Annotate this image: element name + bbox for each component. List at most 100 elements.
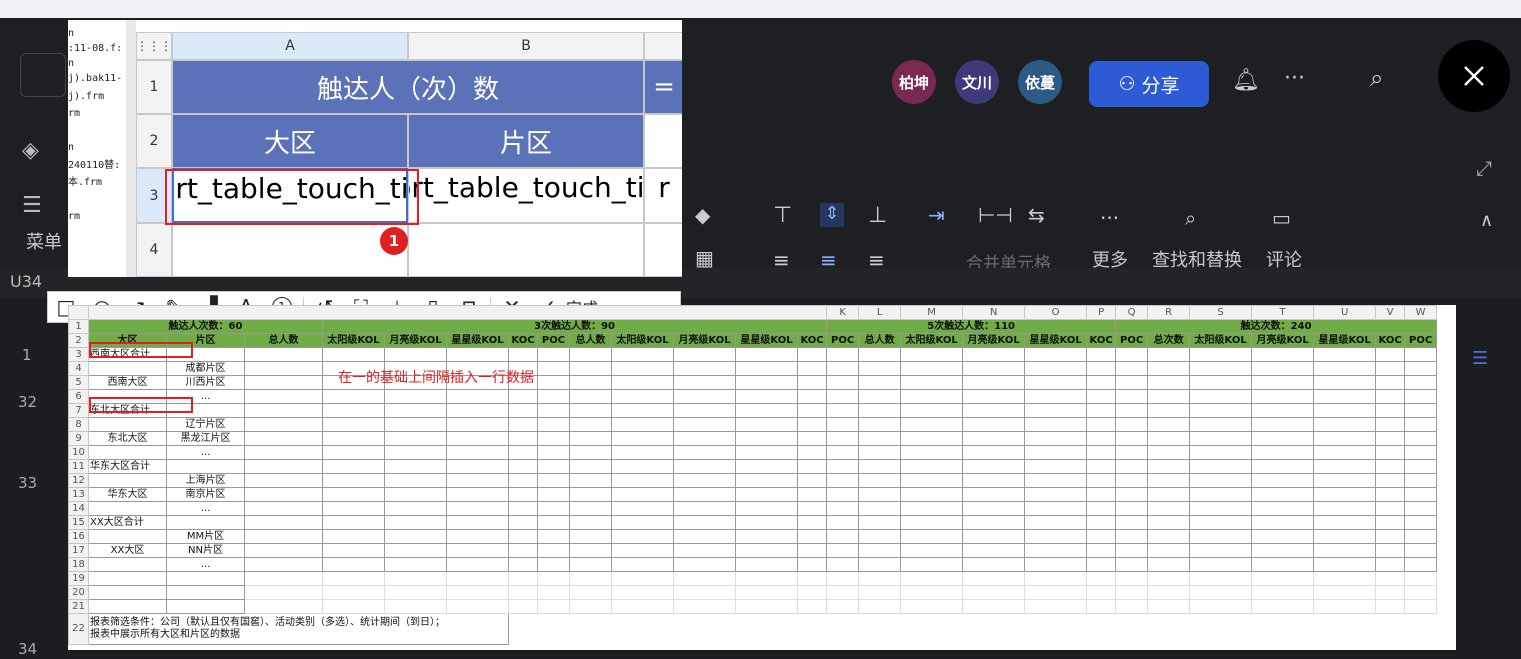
data-cell[interactable] xyxy=(244,459,323,474)
data-cell[interactable] xyxy=(1115,445,1149,460)
data-cell[interactable] xyxy=(673,375,736,390)
data-cell[interactable] xyxy=(1189,529,1253,544)
data-cell[interactable] xyxy=(1375,459,1406,474)
data-cell[interactable] xyxy=(384,445,447,460)
data-cell[interactable] xyxy=(384,599,447,614)
highlight-box[interactable] xyxy=(89,342,193,358)
region-cell[interactable] xyxy=(88,529,167,544)
data-cell[interactable] xyxy=(1086,515,1117,530)
data-cell[interactable] xyxy=(900,459,964,474)
data-cell[interactable] xyxy=(384,431,447,446)
area-cell[interactable]: 成都片区 xyxy=(166,361,245,376)
data-cell[interactable] xyxy=(735,375,798,390)
filter-icon[interactable]: ☰ xyxy=(1472,348,1488,369)
data-cell[interactable] xyxy=(858,543,902,558)
data-cell[interactable] xyxy=(446,557,509,572)
data-cell[interactable] xyxy=(244,529,323,544)
data-cell[interactable] xyxy=(1404,445,1438,460)
data-cell[interactable] xyxy=(1147,431,1191,446)
data-cell[interactable] xyxy=(508,459,538,474)
data-cell[interactable] xyxy=(537,459,570,474)
data-cell[interactable] xyxy=(322,473,385,488)
data-cell[interactable] xyxy=(611,459,674,474)
data-cell[interactable] xyxy=(1147,487,1191,502)
data-cell[interactable] xyxy=(1189,459,1253,474)
data-cell[interactable] xyxy=(1086,543,1117,558)
data-cell[interactable] xyxy=(826,473,860,488)
data-cell[interactable] xyxy=(673,557,736,572)
data-cell[interactable] xyxy=(735,445,798,460)
data-cell[interactable] xyxy=(673,585,736,600)
data-cell[interactable] xyxy=(322,501,385,516)
data-cell[interactable] xyxy=(1024,389,1088,404)
data-cell[interactable] xyxy=(244,347,323,362)
data-cell[interactable] xyxy=(1404,571,1438,586)
data-cell[interactable] xyxy=(1189,361,1253,376)
data-cell[interactable] xyxy=(569,557,612,572)
data-cell[interactable] xyxy=(735,585,798,600)
data-cell[interactable] xyxy=(537,403,570,418)
data-cell[interactable] xyxy=(1375,347,1406,362)
data-cell[interactable] xyxy=(673,431,736,446)
data-cell[interactable] xyxy=(1086,389,1117,404)
data-cell[interactable] xyxy=(673,389,736,404)
area-cell[interactable]: 黑龙江片区 xyxy=(166,431,245,446)
data-cell[interactable] xyxy=(1313,515,1377,530)
data-cell[interactable] xyxy=(1147,557,1191,572)
data-cell[interactable] xyxy=(858,375,902,390)
area-cell[interactable]: 川西片区 xyxy=(166,375,245,390)
data-cell[interactable] xyxy=(1024,347,1088,362)
data-cell[interactable] xyxy=(611,403,674,418)
data-cell[interactable] xyxy=(611,599,674,614)
data-cell[interactable] xyxy=(1189,599,1253,614)
area-cell[interactable]: ... xyxy=(166,501,245,516)
data-cell[interactable] xyxy=(1251,459,1315,474)
data-cell[interactable] xyxy=(384,403,447,418)
region-cell[interactable]: 东北大区 xyxy=(88,431,167,446)
data-cell[interactable] xyxy=(384,557,447,572)
data-cell[interactable] xyxy=(569,389,612,404)
data-cell[interactable] xyxy=(508,347,538,362)
data-cell[interactable] xyxy=(962,529,1026,544)
data-cell[interactable] xyxy=(537,501,570,516)
data-cell[interactable] xyxy=(826,445,860,460)
data-cell[interactable] xyxy=(384,543,447,558)
data-cell[interactable] xyxy=(673,599,736,614)
data-cell[interactable] xyxy=(611,389,674,404)
data-cell[interactable] xyxy=(508,515,538,530)
area-cell[interactable]: MM片区 xyxy=(166,529,245,544)
data-cell[interactable] xyxy=(1115,361,1149,376)
data-cell[interactable] xyxy=(1086,557,1117,572)
data-cell[interactable] xyxy=(537,557,570,572)
data-cell[interactable] xyxy=(244,585,323,600)
data-cell[interactable] xyxy=(1086,487,1117,502)
data-cell[interactable] xyxy=(826,585,860,600)
region-cell[interactable] xyxy=(88,473,167,488)
data-cell[interactable] xyxy=(858,403,902,418)
data-cell[interactable] xyxy=(1147,459,1191,474)
data-cell[interactable] xyxy=(244,403,323,418)
data-cell[interactable] xyxy=(1115,347,1149,362)
data-cell[interactable] xyxy=(796,473,828,488)
data-cell[interactable] xyxy=(962,501,1026,516)
data-cell[interactable] xyxy=(900,417,964,432)
data-cell[interactable] xyxy=(1313,501,1377,516)
data-cell[interactable] xyxy=(962,515,1026,530)
annotation-rect[interactable] xyxy=(165,169,419,225)
data-cell[interactable] xyxy=(1251,361,1315,376)
data-cell[interactable] xyxy=(796,585,828,600)
area-cell[interactable]: NN片区 xyxy=(166,543,245,558)
data-cell[interactable] xyxy=(244,473,323,488)
data-cell[interactable] xyxy=(569,585,612,600)
data-cell[interactable] xyxy=(1115,557,1149,572)
data-cell[interactable] xyxy=(611,361,674,376)
data-cell[interactable] xyxy=(796,445,828,460)
data-cell[interactable] xyxy=(826,389,860,404)
data-cell[interactable] xyxy=(1313,389,1377,404)
data-cell[interactable] xyxy=(673,501,736,516)
data-cell[interactable] xyxy=(446,459,509,474)
data-cell[interactable] xyxy=(244,431,323,446)
data-cell[interactable] xyxy=(244,515,323,530)
data-cell[interactable] xyxy=(1024,515,1088,530)
area-cell[interactable] xyxy=(166,599,245,614)
